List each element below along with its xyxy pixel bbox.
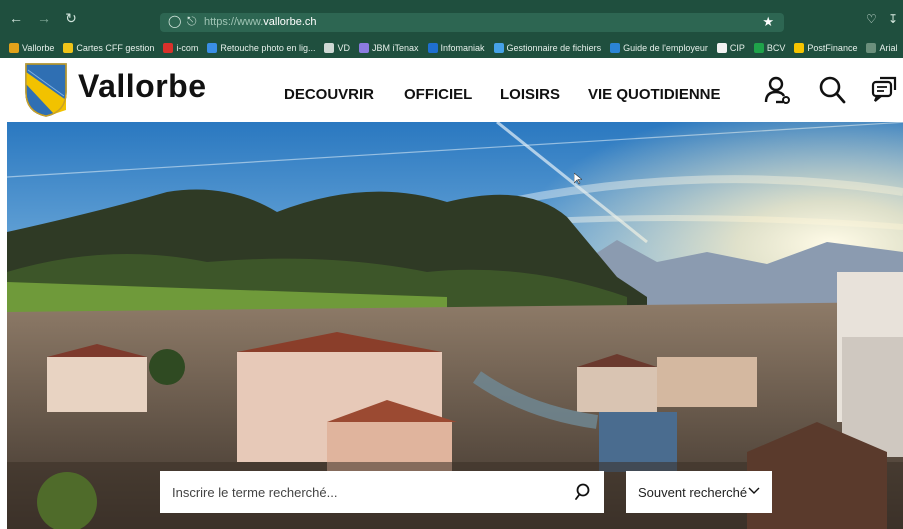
hero-image: [7, 122, 903, 529]
pocket-icon[interactable]: ♡: [866, 12, 877, 26]
menu-item-loisirs[interactable]: LOISIRS: [500, 86, 560, 103]
url-text[interactable]: https://www.vallorbe.ch: [204, 16, 317, 28]
bookmark-label: Vallorbe: [22, 43, 55, 53]
search-input[interactable]: [172, 482, 562, 502]
bookmark-label: BCV: [766, 43, 786, 53]
reload-icon[interactable]: ↻: [63, 10, 79, 26]
search-box: [160, 471, 604, 513]
address-bar[interactable]: ◯ ⎋ https://www.vallorbe.ch ★: [160, 13, 784, 32]
bookmark-favicon-icon: [493, 43, 504, 53]
bookmark-label: VD: [337, 43, 350, 53]
bookmark-favicon-icon: [753, 43, 764, 53]
shield-icon[interactable]: ◯: [168, 14, 181, 28]
chevron-down-icon: [748, 487, 760, 494]
bookmark-label: Infomaniak: [440, 43, 485, 53]
popular-searches-dropdown[interactable]: Souvent recherché: [626, 471, 772, 513]
bookmark-favicon-icon: [63, 43, 74, 53]
bookmark-item[interactable]: i-com: [163, 38, 198, 58]
vallorbe-crest-logo[interactable]: [24, 62, 68, 118]
navigation-row: ← → ↻ ◯ ⎋ https://www.vallorbe.ch ★ ♡ ↧: [0, 0, 903, 36]
star-icon[interactable]: ★: [762, 14, 774, 30]
bookmark-label: Gestionnaire de fichiers: [506, 43, 602, 53]
mouse-cursor-icon: [574, 173, 582, 185]
bookmark-label: JBM iTenax: [371, 43, 419, 53]
bookmark-item[interactable]: Vallorbe: [9, 38, 54, 58]
menu-item-vie-quotidienne[interactable]: VIE QUOTIDIENNE: [588, 86, 721, 103]
bookmark-item[interactable]: Gestionnaire de fichiers: [493, 38, 602, 58]
bookmark-favicon-icon: [324, 43, 335, 53]
bookmark-favicon-icon: [427, 43, 438, 53]
bookmark-label: CIP: [729, 43, 745, 53]
chat-icon[interactable]: [868, 74, 900, 106]
bookmark-item[interactable]: JBM iTenax: [358, 38, 419, 58]
bookmark-label: Retouche photo en lig...: [220, 43, 316, 53]
bookmark-label: Arial: [879, 43, 898, 53]
account-icon[interactable]: [762, 74, 794, 106]
lock-icon[interactable]: ⎋: [187, 14, 197, 29]
bookmark-favicon-icon: [716, 43, 727, 53]
bookmark-favicon-icon: [358, 43, 369, 53]
bookmark-item[interactable]: Cartes CFF gestion: [63, 38, 154, 58]
menu-item-decouvrir[interactable]: DECOUVRIR: [284, 86, 374, 103]
bookmark-item[interactable]: Guide de l'employeur: [610, 38, 708, 58]
bookmark-item[interactable]: BCV: [753, 38, 786, 58]
popular-searches-label: Souvent recherché: [638, 485, 748, 500]
bookmark-item[interactable]: VD: [324, 38, 350, 58]
bookmark-favicon-icon: [794, 43, 805, 53]
url-prefix: https://www.: [204, 16, 264, 28]
bookmark-item[interactable]: Arial: [866, 38, 897, 58]
bookmark-label: Guide de l'employeur: [623, 43, 708, 53]
bookmark-label: Cartes CFF gestion: [76, 43, 155, 53]
bookmark-item[interactable]: PostFinance: [794, 38, 857, 58]
search-icon[interactable]: [816, 74, 848, 106]
bookmark-label: PostFinance: [807, 43, 858, 53]
bookmark-item[interactable]: Retouche photo en lig...: [207, 38, 315, 58]
bookmark-favicon-icon: [9, 43, 19, 53]
bookmark-item[interactable]: Infomaniak: [427, 38, 485, 58]
site-header: Vallorbe DECOUVRIR OFFICIEL LOISIRS VIE …: [0, 58, 903, 122]
bookmark-label: i-com: [176, 43, 199, 53]
bookmark-item[interactable]: CIP: [716, 38, 745, 58]
menu-item-officiel[interactable]: OFFICIEL: [404, 86, 472, 103]
bookmarks-bar: Vallorbe Cartes CFF gestion i-com Retouche …: [0, 38, 903, 58]
back-icon[interactable]: ←: [8, 10, 24, 26]
download-icon[interactable]: ↧: [888, 12, 898, 26]
url-domain: vallorbe.ch: [263, 16, 317, 28]
bookmark-favicon-icon: [163, 43, 174, 53]
bookmark-favicon-icon: [610, 43, 621, 53]
search-submit-icon[interactable]: [574, 482, 594, 502]
hero-landscape: [7, 122, 903, 529]
browser-toolbar: ← → ↻ ◯ ⎋ https://www.vallorbe.ch ★ ♡ ↧ …: [0, 0, 903, 58]
bookmark-favicon-icon: [207, 43, 218, 53]
bookmark-favicon-icon: [866, 43, 877, 53]
site-title[interactable]: Vallorbe: [78, 68, 207, 105]
forward-icon[interactable]: →: [36, 10, 52, 26]
